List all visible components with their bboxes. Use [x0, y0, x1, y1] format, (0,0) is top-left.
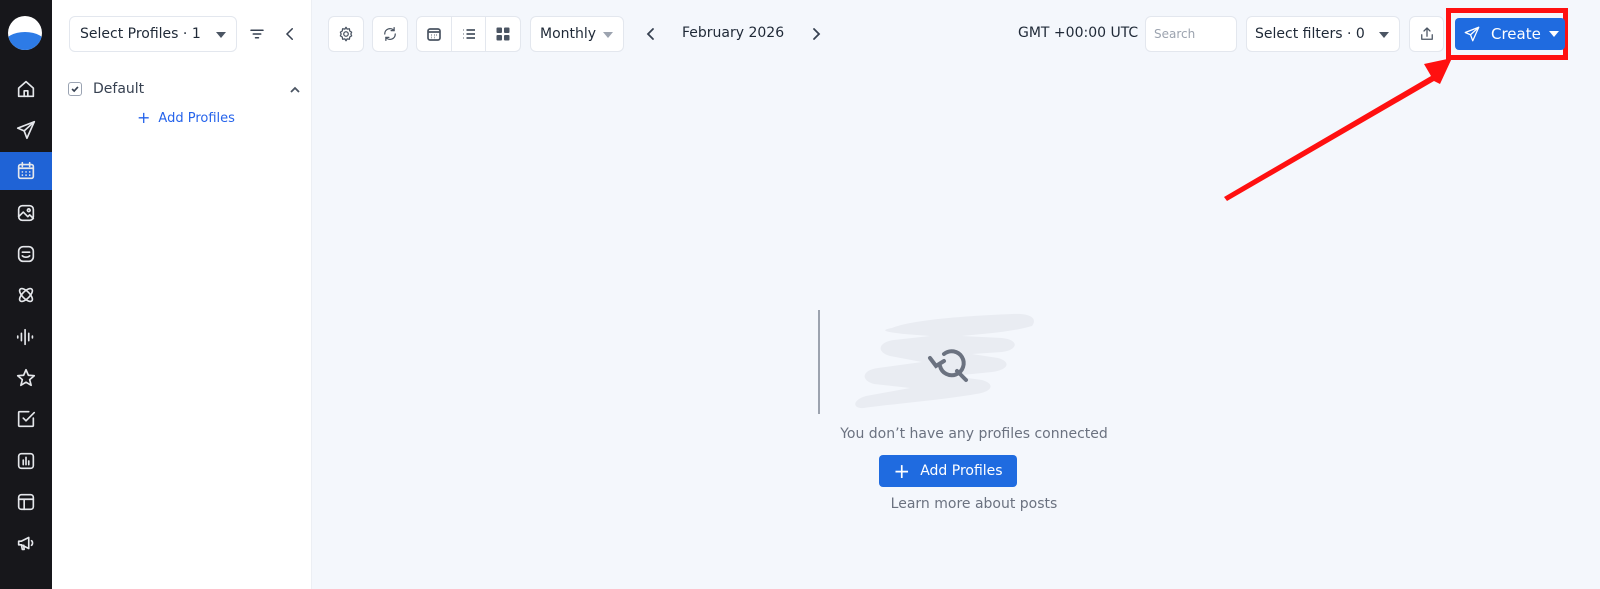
refresh-button[interactable] — [372, 16, 408, 52]
audio-waves-icon[interactable] — [0, 318, 52, 356]
empty-state-message: You don’t have any profiles connected — [840, 426, 1108, 442]
list-view-icon — [462, 29, 475, 39]
gear-icon — [339, 26, 353, 42]
chevron-up-icon[interactable] — [288, 82, 302, 96]
filter-icon[interactable] — [245, 22, 269, 46]
check-icon — [71, 86, 79, 93]
view-mode-group — [416, 16, 521, 52]
current-month-label: February 2026 — [682, 25, 785, 41]
refresh-icon — [384, 26, 396, 42]
filters-select[interactable]: Select filters · 0 — [1246, 16, 1400, 52]
caret-down-icon — [1379, 32, 1389, 38]
send-icon[interactable] — [0, 111, 52, 149]
app-logo[interactable] — [8, 16, 42, 50]
period-select[interactable]: Monthly — [530, 16, 624, 52]
caret-down-icon — [603, 32, 613, 38]
profile-group-default[interactable]: Default — [68, 78, 302, 100]
profile-select-label: Select Profiles · 1 — [80, 26, 201, 42]
plus-icon: + — [893, 459, 911, 483]
star-icon[interactable] — [0, 359, 52, 397]
add-profiles-button-label: Add Profiles — [920, 463, 1003, 479]
layout-icon[interactable] — [0, 483, 52, 521]
atom-icon[interactable] — [0, 276, 52, 314]
upload-icon — [1420, 27, 1433, 40]
inbox-icon[interactable] — [0, 235, 52, 273]
group-label: Default — [93, 81, 145, 97]
search-input[interactable] — [1145, 16, 1237, 52]
list-view-button[interactable] — [452, 17, 487, 51]
create-button[interactable]: Create — [1455, 18, 1565, 50]
profiles-sidebar: Select Profiles · 1 Default + Add Profil… — [52, 0, 312, 589]
caret-down-icon — [216, 32, 226, 38]
collapse-sidebar-icon[interactable] — [278, 22, 302, 46]
megaphone-icon[interactable] — [0, 524, 52, 562]
export-button[interactable] — [1409, 16, 1444, 52]
nav-rail — [0, 0, 52, 589]
add-profiles-button[interactable]: + Add Profiles — [879, 455, 1017, 487]
grid-view-button[interactable] — [486, 17, 520, 51]
calendar-view-button[interactable] — [417, 17, 452, 51]
calendar-view-icon — [426, 28, 441, 41]
grid-view-icon — [496, 27, 510, 41]
calendar-icon[interactable] — [0, 152, 52, 190]
add-profiles-link[interactable]: + Add Profiles — [137, 110, 235, 126]
send-icon — [1464, 26, 1480, 42]
add-profiles-link-label: Add Profiles — [158, 110, 235, 126]
home-icon[interactable] — [0, 70, 52, 108]
empty-state-illustration — [818, 310, 1034, 414]
timezone-label[interactable]: GMT +00:00 UTC — [1018, 25, 1138, 41]
create-button-label: Create — [1491, 25, 1541, 43]
caret-down-icon — [1549, 31, 1559, 37]
filters-select-label: Select filters · 0 — [1255, 26, 1365, 42]
next-month-button[interactable] — [807, 24, 825, 44]
settings-button[interactable] — [328, 16, 364, 52]
profile-select[interactable]: Select Profiles · 1 — [69, 16, 237, 52]
media-library-icon[interactable] — [0, 194, 52, 232]
chevron-left-icon — [646, 28, 654, 40]
learn-more-link[interactable]: Learn more about posts — [700, 496, 1248, 512]
checkbox-icon[interactable] — [0, 400, 52, 438]
previous-month-button[interactable] — [642, 24, 660, 44]
analytics-icon[interactable] — [0, 442, 52, 480]
period-select-label: Monthly — [540, 26, 597, 42]
plus-icon: + — [137, 108, 151, 127]
group-checkbox[interactable] — [68, 82, 82, 96]
chevron-right-icon — [813, 28, 821, 40]
